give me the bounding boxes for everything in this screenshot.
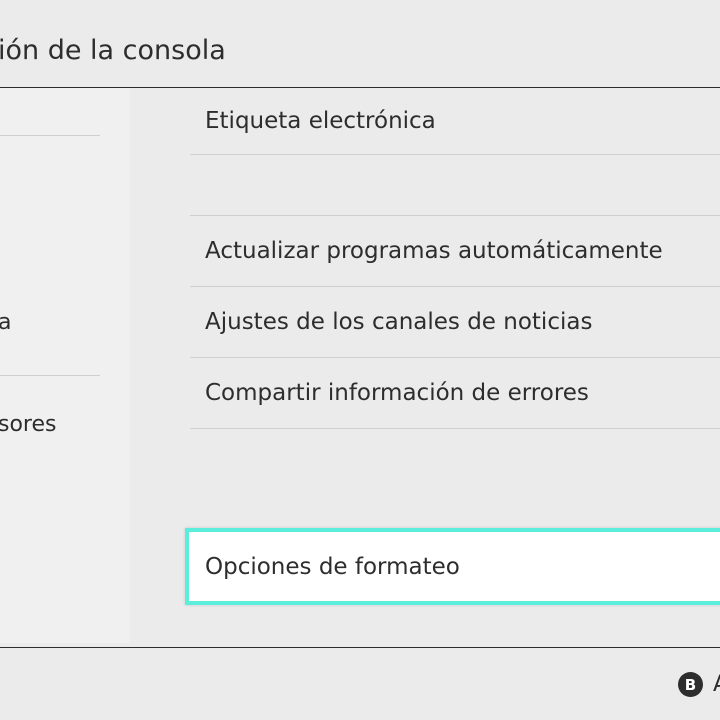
menu-item-label: Ajustes de los canales de noticias [205,309,593,335]
menu-item-canales-noticias[interactable]: Ajustes de los canales de noticias [190,287,720,358]
page-title: ión de la consola [0,35,226,66]
menu-item-opciones-formateo[interactable]: Opciones de formateo [185,528,720,605]
menu-item-label: Actualizar programas automáticamente [205,238,663,264]
sidebar-item-label: a [0,310,12,335]
menu-item-actualizar-programas[interactable]: Actualizar programas automáticamente [190,216,720,287]
sidebar-divider [0,135,100,136]
menu-item-etiqueta-electronica[interactable]: Etiqueta electrónica [190,88,720,155]
sidebar-item-truncated-a[interactable]: a [0,308,11,338]
menu-item-compartir-errores[interactable]: Compartir información de errores [190,358,720,429]
sidebar-item-truncated-sores[interactable]: sores [0,410,56,440]
menu-item-label: Etiqueta electrónica [205,108,436,134]
b-button-icon: B [678,672,703,697]
footer-divider [0,647,720,648]
menu-item-empty[interactable] [190,155,720,216]
settings-menu: Etiqueta electrónica Actualizar programa… [185,88,720,643]
menu-item-label: Opciones de formateo [205,553,460,580]
sidebar-divider [0,375,100,376]
header: ión de la consola [0,0,720,87]
menu-item-label: Compartir información de errores [205,380,589,406]
sidebar: a sores [0,88,130,643]
sidebar-item-label: sores [0,412,57,437]
back-button[interactable]: B A [678,672,720,697]
back-button-label: A [713,672,720,697]
